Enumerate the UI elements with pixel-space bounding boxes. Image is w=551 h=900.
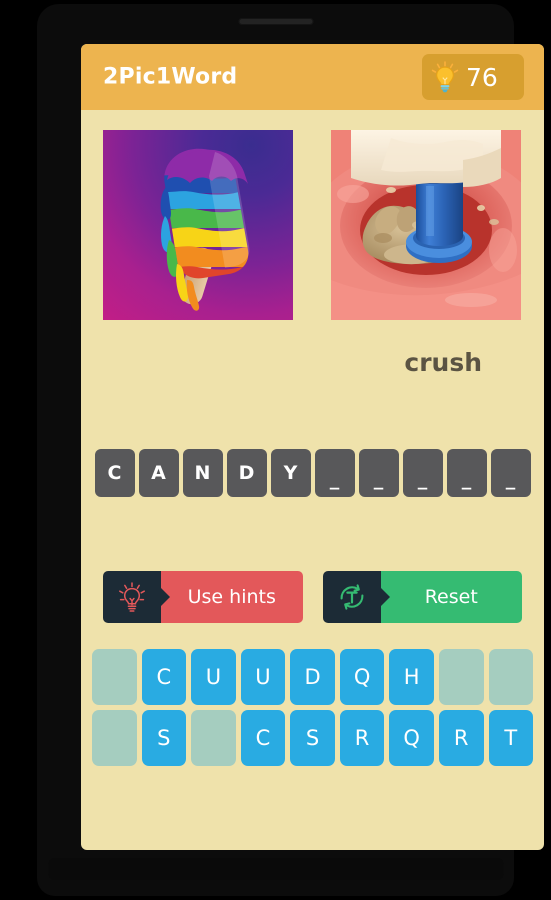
word-tiles: C A N D Y _ _ _ _ _	[81, 449, 544, 497]
key-tile[interactable]: C	[240, 710, 286, 766]
key-tile[interactable]	[191, 710, 236, 766]
reset-button[interactable]: Reset	[322, 571, 522, 623]
letter-keyboard: C U U D Q H S C S R Q R T	[92, 649, 534, 766]
key-tile[interactable]	[92, 649, 137, 705]
key-tile[interactable]: R	[339, 710, 385, 766]
phone-bottom-bar	[48, 858, 503, 880]
word-tile[interactable]: N	[182, 449, 223, 497]
app-card: 2Pic1Word 76 crush C A N D Y _ _ _ _ _ U…	[81, 44, 544, 850]
word-tile[interactable]: Y	[270, 449, 311, 497]
hint-count: 76	[466, 62, 498, 92]
action-buttons: Use hints Reset	[103, 571, 522, 623]
word-tile[interactable]: A	[138, 449, 179, 497]
reset-circle-t-icon	[340, 584, 363, 610]
word-tile[interactable]: D	[226, 449, 267, 497]
key-tile[interactable]: U	[240, 649, 286, 705]
lightbulb-icon	[119, 582, 145, 612]
use-hints-button[interactable]: Use hints	[103, 571, 303, 623]
key-tile[interactable]: T	[488, 710, 534, 766]
hints-icon-box	[103, 571, 161, 623]
app-title: 2Pic1Word	[103, 64, 238, 90]
key-tile[interactable]: R	[438, 710, 484, 766]
word-tile[interactable]: C	[94, 449, 135, 497]
reset-label: Reset	[380, 571, 522, 623]
key-tile[interactable]: U	[191, 649, 236, 705]
key-tile[interactable]: Q	[339, 649, 385, 705]
key-tile[interactable]: S	[290, 710, 335, 766]
keyboard-row: S C S R Q R T	[92, 710, 534, 766]
app-header: 2Pic1Word 76	[81, 44, 544, 110]
key-tile[interactable]: D	[290, 649, 335, 705]
picture-right[interactable]	[331, 130, 521, 320]
answer-word: crush	[404, 348, 482, 377]
keyboard-row: C U U D Q H	[92, 649, 534, 705]
use-hints-label: Use hints	[161, 571, 303, 623]
key-tile[interactable]: S	[141, 710, 187, 766]
word-tile[interactable]: _	[314, 449, 355, 497]
key-tile[interactable]	[92, 710, 137, 766]
phone-frame: 2Pic1Word 76 crush C A N D Y _ _ _ _ _ U…	[37, 4, 544, 896]
key-tile[interactable]: Q	[389, 710, 434, 766]
popsicle-illustration	[160, 148, 250, 311]
pictures-row	[81, 130, 544, 326]
key-tile[interactable]: H	[389, 649, 434, 705]
word-tile[interactable]: _	[402, 449, 443, 497]
reset-icon-box	[322, 571, 381, 623]
word-tile[interactable]: _	[490, 449, 531, 497]
key-tile[interactable]	[488, 649, 534, 705]
word-tile[interactable]: _	[446, 449, 487, 497]
key-tile[interactable]: C	[141, 649, 187, 705]
hint-badge[interactable]: 76	[422, 54, 524, 100]
key-tile[interactable]	[438, 649, 484, 705]
mortar-pestle-photo	[331, 130, 521, 320]
lightbulb-icon	[431, 61, 459, 93]
speaker-grille-icon	[238, 18, 313, 25]
word-tile[interactable]: _	[358, 449, 399, 497]
picture-left[interactable]	[103, 130, 293, 320]
